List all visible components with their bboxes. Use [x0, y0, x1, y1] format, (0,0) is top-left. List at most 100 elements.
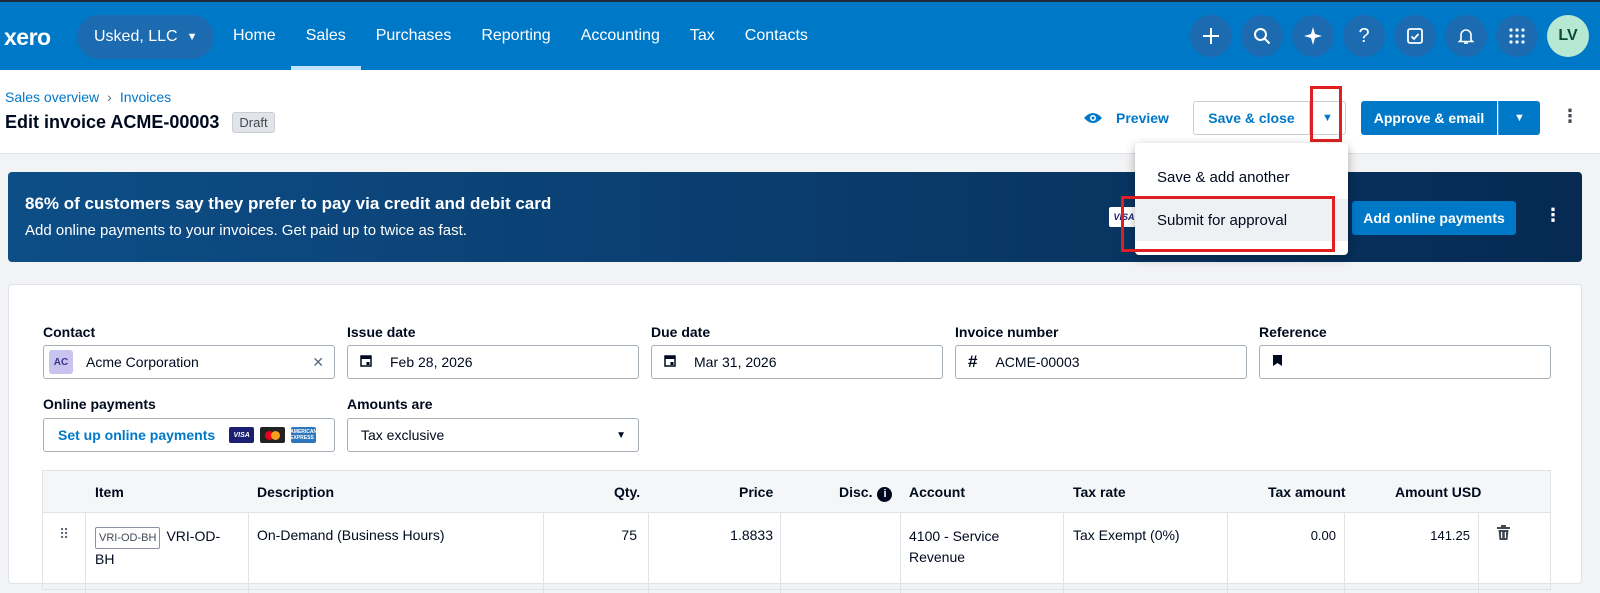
- breadcrumb-invoices[interactable]: Invoices: [120, 89, 171, 105]
- nav-purchases[interactable]: Purchases: [361, 2, 467, 70]
- info-icon[interactable]: i: [877, 487, 893, 502]
- invoice-form-card: Contact AC Acme Corporation ✕ Issue date…: [8, 284, 1582, 593]
- due-date-field[interactable]: Mar 31, 2026: [651, 345, 943, 379]
- search-icon[interactable]: [1241, 15, 1283, 57]
- contact-field[interactable]: AC Acme Corporation ✕: [43, 345, 335, 379]
- due-date-label: Due date: [651, 324, 711, 340]
- menu-item-save-add-another[interactable]: Save & add another: [1135, 156, 1348, 198]
- breadcrumb-sales-overview[interactable]: Sales overview: [5, 89, 99, 105]
- amounts-are-label: Amounts are: [347, 396, 433, 412]
- clear-icon[interactable]: ✕: [312, 354, 324, 371]
- amounts-are-select[interactable]: Tax exclusive ▼: [347, 418, 639, 452]
- highlight-box-submit-for-approval: [1121, 196, 1335, 252]
- cell-amount-usd: 141.25: [1430, 528, 1470, 543]
- cell-account[interactable]: 4100 - Service Revenue: [909, 526, 999, 568]
- eye-icon: [1084, 113, 1102, 123]
- cell-description[interactable]: On-Demand (Business Hours): [257, 527, 445, 543]
- invoice-number-label: Invoice number: [955, 324, 1059, 340]
- payment-card-logos: VISA AMERICAN EXPRESS: [229, 427, 318, 443]
- column-header-account: Account: [909, 484, 965, 500]
- column-header-price: Price: [739, 484, 774, 500]
- line-items-table: Item Description Qty. Price Disc. i Accou…: [42, 470, 1551, 593]
- column-header-tax-amount: Tax amount: [1268, 484, 1346, 500]
- column-header-item: Item: [95, 484, 124, 500]
- nav-tax[interactable]: Tax: [675, 2, 730, 70]
- contact-avatar: AC: [49, 350, 73, 374]
- main-nav: Home Sales Purchases Reporting Accountin…: [218, 2, 823, 70]
- cell-item[interactable]: VRI-OD-BH VRI-OD- BH: [95, 526, 220, 569]
- status-badge: Draft: [232, 112, 275, 133]
- column-header-description: Description: [257, 484, 335, 500]
- approve-options-dropdown-button[interactable]: ▼: [1498, 101, 1540, 135]
- item-code-tag: VRI-OD-BH: [95, 527, 161, 549]
- page-title-row: Edit invoice ACME-00003 Draft: [5, 112, 275, 133]
- online-payments-field[interactable]: Set up online payments VISA AMERICAN EXP…: [43, 418, 335, 452]
- org-name: Usked, LLC: [94, 28, 178, 45]
- set-up-online-payments-link[interactable]: Set up online payments: [44, 427, 215, 443]
- nav-home[interactable]: Home: [218, 2, 291, 70]
- drag-handle-icon[interactable]: ⠿: [59, 526, 69, 543]
- disc-header-label: Disc.: [839, 484, 873, 500]
- preview-button[interactable]: Preview: [1083, 110, 1169, 126]
- issue-date-field[interactable]: Feb 28, 2026: [347, 345, 639, 379]
- contact-label: Contact: [43, 324, 96, 340]
- account-line-2: Revenue: [909, 549, 966, 565]
- table-header: Item Description Qty. Price Disc. i Accou…: [43, 471, 1550, 513]
- page-title: Edit invoice ACME-00003: [5, 112, 220, 132]
- calendar-icon: [664, 354, 676, 370]
- mastercard-logo: [260, 427, 286, 443]
- top-navigation-bar: xero Usked, LLC ▼ Home Sales Purchases R…: [0, 0, 1600, 70]
- checklist-icon[interactable]: [1394, 15, 1436, 57]
- nav-contacts[interactable]: Contacts: [730, 2, 823, 70]
- item-name-line-2: BH: [95, 551, 115, 567]
- column-header-tax-rate: Tax rate: [1073, 484, 1126, 500]
- apps-grid-icon[interactable]: [1496, 15, 1538, 57]
- xero-logo[interactable]: xero: [4, 24, 51, 51]
- caret-down-icon: ▼: [1514, 112, 1525, 124]
- breadcrumb: Sales overview › Invoices: [5, 89, 171, 105]
- cell-qty[interactable]: 75: [613, 527, 637, 543]
- cell-tax-amount: 0.00: [1310, 528, 1336, 543]
- trash-icon[interactable]: [1497, 525, 1510, 543]
- visa-logo: VISA: [229, 427, 255, 443]
- organisation-switcher[interactable]: Usked, LLC ▼: [77, 15, 214, 59]
- online-payments-label: Online payments: [43, 396, 156, 412]
- top-icons: ? LV: [1181, 15, 1600, 57]
- chevron-down-icon: ▼: [186, 31, 198, 43]
- reference-field[interactable]: [1259, 345, 1551, 379]
- preview-label: Preview: [1116, 110, 1169, 126]
- sparkle-icon[interactable]: [1292, 15, 1334, 57]
- cell-price[interactable]: 1.8833: [703, 527, 773, 543]
- column-header-amount-usd: Amount USD: [1395, 484, 1482, 500]
- issue-date-label: Issue date: [347, 324, 416, 340]
- hash-icon: #: [968, 352, 978, 371]
- approve-email-button[interactable]: Approve & email: [1361, 101, 1497, 135]
- banner-more-options-icon[interactable]: ⋮: [1544, 205, 1562, 226]
- bookmark-icon: [1272, 354, 1283, 370]
- bell-icon[interactable]: [1445, 15, 1487, 57]
- invoice-number-field[interactable]: # ACME-00003: [955, 345, 1247, 379]
- highlight-box-save-dropdown: [1310, 86, 1342, 142]
- help-icon[interactable]: ?: [1343, 15, 1385, 57]
- amounts-are-value: Tax exclusive: [361, 427, 445, 443]
- save-close-button[interactable]: Save & close: [1193, 101, 1310, 135]
- calendar-icon: [360, 354, 372, 370]
- chevron-right-icon: ›: [107, 89, 112, 105]
- due-date-value: Mar 31, 2026: [694, 354, 777, 370]
- nav-reporting[interactable]: Reporting: [466, 2, 565, 70]
- invoice-number-value: ACME-00003: [995, 354, 1080, 370]
- account-line-1: 4100 - Service: [909, 528, 1000, 544]
- banner-subtext: Add online payments to your invoices. Ge…: [25, 222, 467, 239]
- reference-label: Reference: [1259, 324, 1327, 340]
- item-name-line-1: VRI-OD-: [166, 528, 221, 544]
- more-options-icon[interactable]: ⋮: [1561, 106, 1579, 127]
- add-online-payments-button[interactable]: Add online payments: [1352, 201, 1516, 235]
- user-avatar[interactable]: LV: [1547, 15, 1589, 57]
- plus-icon[interactable]: [1190, 15, 1232, 57]
- nav-sales[interactable]: Sales: [290, 2, 361, 70]
- page-header: Sales overview › Invoices Edit invoice A…: [0, 70, 1600, 154]
- issue-date-value: Feb 28, 2026: [390, 354, 473, 370]
- nav-accounting[interactable]: Accounting: [566, 2, 675, 70]
- amex-logo: AMERICAN EXPRESS: [290, 427, 318, 443]
- cell-tax-rate[interactable]: Tax Exempt (0%): [1073, 527, 1180, 543]
